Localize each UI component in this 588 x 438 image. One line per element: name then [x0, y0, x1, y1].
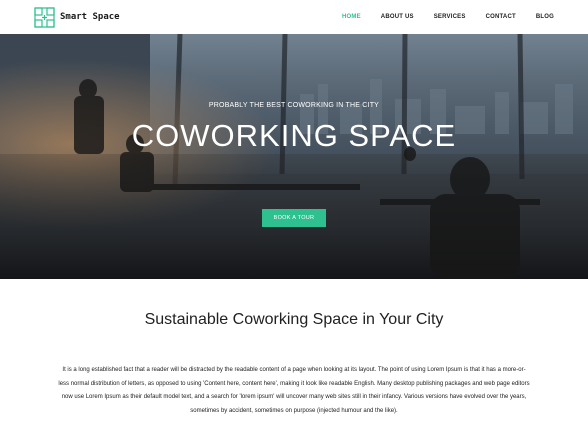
- navbar: Smart Space HOME ABOUT US SERVICES CONTA…: [0, 0, 588, 34]
- nav-blog[interactable]: BLOG: [536, 14, 554, 20]
- hero-kicker: PROBABLY THE BEST COWORKING IN THE CITY: [208, 102, 380, 109]
- grid-logo-icon: [34, 6, 55, 28]
- hero-title: COWORKING SPACE: [131, 118, 457, 153]
- nav-about-us[interactable]: ABOUT US: [381, 14, 414, 20]
- brand-link[interactable]: Smart Space: [34, 6, 120, 28]
- section-title: Sustainable Coworking Space in Your City: [144, 311, 444, 328]
- nav-contact[interactable]: CONTACT: [486, 14, 516, 20]
- nav-services[interactable]: SERVICES: [434, 14, 466, 20]
- book-tour-button[interactable]: BOOK A TOUR: [262, 209, 326, 227]
- hero-banner: PROBABLY THE BEST COWORKING IN THE CITY …: [0, 34, 588, 279]
- brand-name: Smart Space: [60, 12, 120, 22]
- hero-content: PROBABLY THE BEST COWORKING IN THE CITY …: [0, 34, 588, 279]
- main-nav: HOME ABOUT US SERVICES CONTACT BLOG: [342, 14, 554, 20]
- nav-home[interactable]: HOME: [342, 14, 361, 20]
- section-body-text: It is a long established fact that a rea…: [58, 367, 530, 414]
- intro-section: Sustainable Coworking Space in Your City…: [0, 279, 588, 438]
